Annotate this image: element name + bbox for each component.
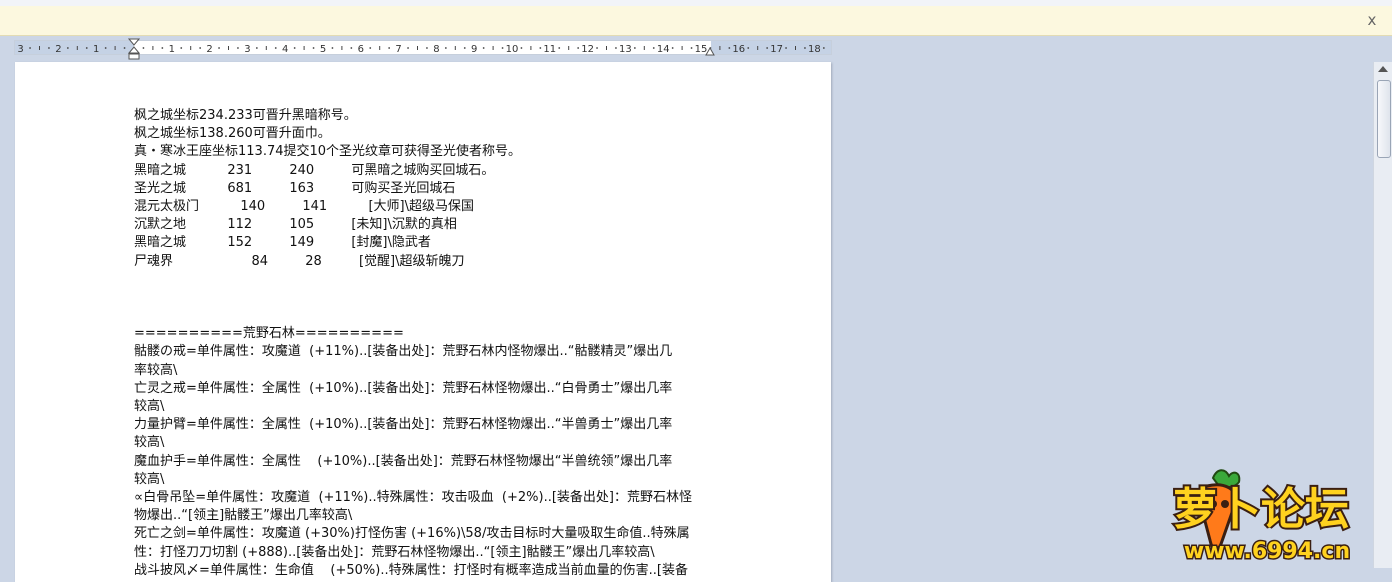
ruler-tick	[426, 47, 428, 49]
ruler-label: 1	[93, 44, 99, 55]
document-line: 亡灵之戒=单件属性：全属性 (+10%)..[装备出处]：荒野石林怪物爆出..“…	[134, 380, 673, 396]
ruler-tick	[255, 47, 258, 49]
document-line: 战斗披风〆=单件属性：生命值 (+50%)..特殊属性：打怪时有概率造成当前血量…	[134, 562, 688, 578]
ruler-tick	[142, 47, 145, 49]
ruler-label: 4	[282, 44, 288, 55]
ruler-tick	[558, 47, 561, 49]
ruler-tick	[104, 47, 107, 49]
ruler-tick	[690, 47, 693, 49]
ruler-tick	[520, 47, 523, 49]
scrollbar-thumb[interactable]	[1377, 80, 1391, 158]
document-line: 黑暗之城 152 149 [封魔]\隐武者	[134, 235, 431, 251]
ruler-tick	[350, 47, 353, 49]
watermark-url-text: www.6994.cn	[1184, 539, 1350, 564]
ruler-tick	[444, 47, 447, 49]
ruler-tick	[822, 47, 825, 49]
ruler-label: 10	[506, 44, 519, 55]
message-bar: x	[0, 6, 1392, 36]
ruler-tick	[577, 47, 580, 49]
right-indent-marker[interactable]	[705, 46, 715, 56]
document-line: 黑暗之城 231 240 可黑暗之城购买回城石。	[134, 162, 495, 178]
ruler-label: 8	[433, 44, 439, 55]
ruler-tick	[274, 47, 277, 49]
ruler-tick	[482, 47, 485, 49]
message-bar-close-button[interactable]: x	[1364, 11, 1380, 29]
ruler-tick	[85, 47, 88, 49]
ruler-label: 11	[543, 44, 556, 55]
document-line: 力量护臂=单件属性：全属性 (+10%)..[装备出处]：荒野石林怪物爆出..“…	[134, 417, 673, 433]
document-line: ∝白骨吊坠=单件属性：攻魔道 (+11%)..特殊属性：攻击吸血 (+2%)..…	[134, 489, 692, 505]
ruler-tick	[785, 47, 787, 49]
ruler-label: 12	[581, 44, 594, 55]
document-line: 较高\	[134, 399, 165, 414]
document-line: 枫之城坐标234.233可晋升黑暗称号。	[134, 108, 357, 123]
ruler-tick	[180, 47, 183, 49]
ruler-tick	[633, 47, 636, 49]
ruler-tick	[199, 47, 202, 49]
ruler-tick	[161, 47, 164, 49]
ruler-tick	[804, 47, 806, 49]
ruler-tick	[331, 47, 334, 49]
document-line: 较高\	[134, 471, 165, 487]
ruler-label: 1	[169, 44, 175, 55]
ruler-tick	[596, 47, 598, 49]
ruler-tick	[652, 47, 655, 49]
ruler-tick	[369, 47, 372, 49]
ruler-tick	[501, 47, 504, 49]
ruler-label: 3	[244, 44, 250, 55]
ruler-tick	[388, 47, 391, 49]
ruler-tick	[237, 47, 239, 49]
ruler-label: 9	[471, 44, 477, 55]
scroll-up-arrow-icon[interactable]	[1378, 66, 1388, 72]
ruler-tick	[66, 47, 69, 49]
document-page[interactable]: 枫之城坐标234.233可晋升黑暗称号。 枫之城坐标138.260可晋升面巾。真・…	[15, 62, 831, 582]
ruler-tick	[615, 47, 617, 49]
ruler-tick	[293, 47, 296, 49]
ruler-label: 6	[358, 44, 364, 55]
document-line: 魔血护手=单件属性：全属性 (+10%)..[装备出处]：荒野石林怪物爆出“半兽…	[134, 453, 673, 469]
document-line: 性：打怪刀刀切割 (+888)..[装备出处]：荒野石林怪物爆出..“[领主]骷…	[134, 544, 655, 560]
ruler-tick	[218, 47, 220, 49]
document-line: 圣光之城 681 163 可购买圣光回城石	[134, 180, 456, 196]
ruler-tick	[123, 47, 126, 49]
document-line: 死亡之剑=单件属性：攻魔道 (+30%)打怪伤害 (+16%)\58/攻击目标时…	[134, 526, 690, 542]
document-line: ==========荒野石林==========	[134, 326, 404, 342]
document-line: 真・寒冰王座坐标113.74提交10个圣光纹章可获得圣光使者称号。	[134, 144, 522, 160]
ruler-label: 2	[55, 44, 61, 55]
ruler-tick	[463, 47, 466, 49]
ruler-label: 14	[657, 44, 670, 55]
ruler-label: 16	[732, 44, 745, 55]
site-watermark: 萝卜论坛 www.6994.cn	[1171, 469, 1352, 566]
ruler-tick	[407, 47, 409, 49]
first-line-indent-marker[interactable]	[128, 38, 140, 60]
document-body[interactable]: 枫之城坐标234.233可晋升黑暗称号。 枫之城坐标138.260可晋升面巾。真・…	[134, 107, 724, 580]
ruler-tick	[766, 47, 769, 49]
document-line: 物爆出..“[领主]骷髅王”爆出几率较高\	[134, 508, 353, 524]
ruler-label: 2	[206, 44, 212, 55]
document-line: 尸魂界 84 28 [觉醒]\超级斩魄刀	[134, 253, 465, 269]
ruler-label: 17	[770, 44, 783, 55]
ruler-label: 18	[808, 44, 821, 55]
ruler-tick	[48, 47, 50, 49]
ruler-label: 13	[619, 44, 632, 55]
ruler-tick	[312, 47, 315, 49]
document-line: 沉默之地 112 105 [未知]\沉默的真相	[134, 217, 457, 233]
ruler-label: 5	[320, 44, 326, 55]
document-line: 骷髅の戒=单件属性：攻魔道 (+11%)..[装备出处]：荒野石林内怪物爆出..…	[134, 344, 673, 360]
ruler-tick	[539, 47, 542, 49]
ruler-label: 7	[395, 44, 401, 55]
ruler-tick	[747, 47, 750, 49]
ruler-tick	[728, 47, 731, 49]
document-line: 较高\	[134, 435, 165, 451]
document-line: 混元太极门 140 141 [大师]\超级马保国	[134, 198, 474, 214]
document-line: 率较高\	[134, 362, 178, 378]
ruler-tick	[29, 47, 31, 49]
document-line: 枫之城坐标138.260可晋升面巾。	[134, 126, 331, 142]
ruler-tick	[671, 47, 674, 49]
ruler-label: 3	[17, 44, 23, 55]
watermark-brand-text: 萝卜论坛	[1173, 484, 1349, 535]
